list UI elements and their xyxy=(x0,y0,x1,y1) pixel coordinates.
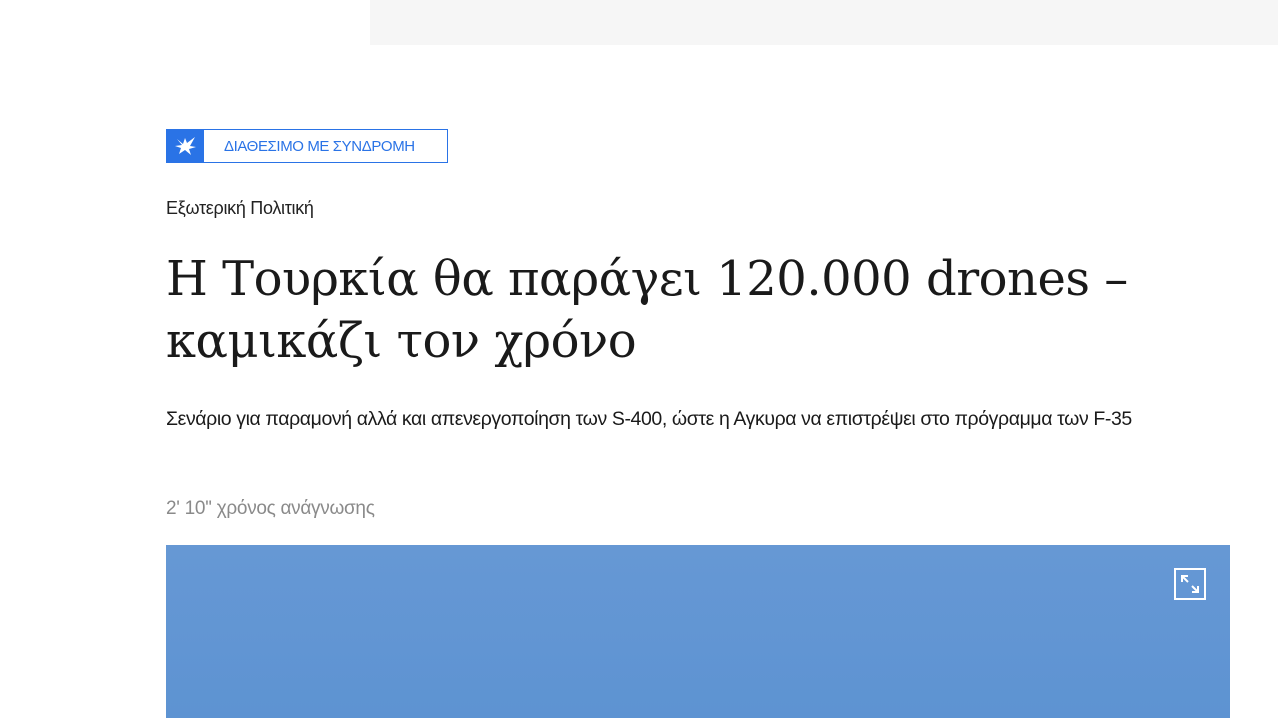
article-lead: Σενάριο για παραμονή αλλά και απενεργοπο… xyxy=(166,408,1132,430)
ad-banner-placeholder xyxy=(370,0,1278,45)
subscription-badge[interactable]: ΔΙΑΘΕΣΙΜΟ ΜΕ ΣΥΝΔΡΟΜΗ xyxy=(166,129,448,163)
subscription-badge-label: ΔΙΑΘΕΣΙΜΟ ΜΕ ΣΥΝΔΡΟΜΗ xyxy=(224,137,415,155)
expand-icon[interactable] xyxy=(1173,567,1207,601)
hero-image[interactable] xyxy=(166,545,1230,718)
read-time: 2' 10'' χρόνος ανάγνωσης xyxy=(166,498,375,519)
article-category[interactable]: Εξωτερική Πολιτική xyxy=(166,198,314,219)
article-headline: Η Τουρκία θα παράγει 120.000 drones – κα… xyxy=(166,251,1128,369)
bird-logo-icon xyxy=(167,130,204,162)
